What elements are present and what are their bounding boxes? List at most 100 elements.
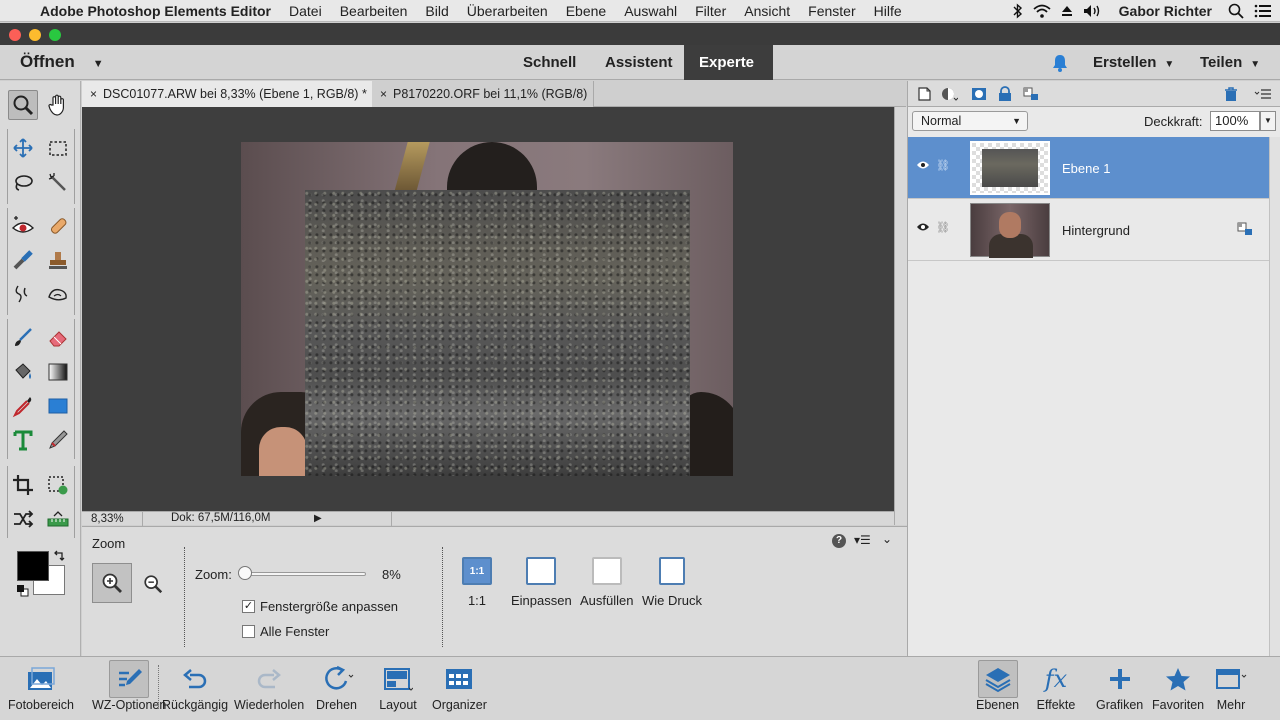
adjustment-layer-icon[interactable] <box>940 86 958 102</box>
hand-tool-icon[interactable] <box>43 90 73 120</box>
fit-window-checkbox[interactable]: ✓ <box>242 600 255 613</box>
help-icon[interactable]: ? <box>832 534 846 548</box>
blur-tool-icon[interactable] <box>8 279 38 309</box>
lock-icon[interactable] <box>996 86 1014 102</box>
create-button[interactable]: Erstellen ▼ <box>1093 54 1174 71</box>
eyedropper-tool-icon[interactable] <box>8 391 38 421</box>
foreground-color-swatch[interactable] <box>17 551 49 581</box>
straighten-tool-icon[interactable] <box>43 504 73 534</box>
zoom-readout[interactable]: 8,33% <box>91 513 124 526</box>
document-canvas[interactable] <box>82 107 894 511</box>
fill-screen-button[interactable]: Ausfüllen <box>580 557 633 608</box>
zoom-slider-thumb[interactable] <box>238 566 252 580</box>
layer-name[interactable]: Ebene 1 <box>1062 161 1110 176</box>
menu-hilfe[interactable]: Hilfe <box>874 3 902 19</box>
canvas-scrollbar[interactable] <box>894 107 907 525</box>
more-button[interactable]: Mehr <box>1211 660 1251 718</box>
opacity-input[interactable]: 100% <box>1210 111 1260 131</box>
actual-pixels-button[interactable]: 1:1 1:1 <box>462 557 492 608</box>
window-zoom-button[interactable] <box>49 29 61 41</box>
crop-tool-icon[interactable] <box>8 470 38 500</box>
opacity-dropdown-icon[interactable]: ▼ <box>1260 111 1276 131</box>
visibility-eye-icon[interactable] <box>916 222 930 232</box>
menu-fenster[interactable]: Fenster <box>808 3 855 19</box>
menu-bild[interactable]: Bild <box>425 3 448 19</box>
move-tool-icon[interactable] <box>8 133 38 163</box>
panel-menu-icon[interactable] <box>1254 86 1272 102</box>
marquee-tool-icon[interactable] <box>43 133 73 163</box>
document-tab-active[interactable]: × DSC01077.ARW bei 8,33% (Ebene 1, RGB/8)… <box>82 81 374 107</box>
spotlight-icon[interactable] <box>1228 3 1244 19</box>
redo-button[interactable]: Wiederholen <box>234 660 304 718</box>
menu-datei[interactable]: Datei <box>289 3 322 19</box>
wifi-icon[interactable] <box>1033 4 1051 18</box>
all-windows-option[interactable]: Alle Fenster <box>242 624 329 639</box>
paint-bucket-tool-icon[interactable] <box>8 357 38 387</box>
zoom-out-button[interactable] <box>140 571 166 597</box>
shape-tool-icon[interactable] <box>43 391 73 421</box>
lasso-tool-icon[interactable] <box>8 168 38 198</box>
status-menu-arrow-icon[interactable]: ▶ <box>314 512 322 525</box>
zoom-slider-track[interactable] <box>242 572 366 576</box>
clone-stamp-tool-icon[interactable] <box>43 245 73 275</box>
swap-colors-icon[interactable] <box>52 550 66 564</box>
spot-healing-brush-icon[interactable] <box>43 211 73 241</box>
menu-auswahl[interactable]: Auswahl <box>624 3 677 19</box>
menu-ansicht[interactable]: Ansicht <box>744 3 790 19</box>
all-windows-checkbox[interactable] <box>242 625 255 638</box>
menu-ueberarbeiten[interactable]: Überarbeiten <box>467 3 548 19</box>
layer-name[interactable]: Hintergrund <box>1062 223 1130 238</box>
mode-tab-expert[interactable]: Experte <box>684 45 773 80</box>
app-name-menu[interactable]: Adobe Photoshop Elements Editor <box>40 3 271 19</box>
zoom-in-button[interactable] <box>92 563 132 603</box>
document-tab[interactable]: × P8170220.ORF bei 11,1% (RGB/8) <box>372 81 595 107</box>
trash-icon[interactable] <box>1222 86 1240 102</box>
undo-button[interactable]: Rückgängig <box>162 660 228 718</box>
red-eye-tool-icon[interactable] <box>8 211 38 241</box>
options-menu-icon[interactable]: ▾☰ <box>854 533 871 547</box>
print-size-button[interactable]: Wie Druck <box>642 557 702 608</box>
link-icon[interactable]: ⛓ <box>936 159 950 172</box>
notification-list-icon[interactable] <box>1254 4 1272 18</box>
text-tool-icon[interactable] <box>8 425 38 455</box>
mode-tab-quick[interactable]: Schnell <box>508 45 591 80</box>
layers-panel-button[interactable]: Ebenen <box>976 660 1019 718</box>
open-button[interactable]: Öffnen ▼ <box>20 52 104 72</box>
graphics-button[interactable]: Grafiken <box>1096 660 1143 718</box>
link-icon[interactable]: ⛓ <box>936 221 950 234</box>
tool-options-button[interactable]: WZ-Optionen <box>92 660 166 718</box>
layer-row-ebene-1[interactable]: ⛓ Ebene 1 <box>908 137 1269 199</box>
layers-scrollbar[interactable] <box>1269 137 1280 656</box>
layer-thumbnail[interactable] <box>970 203 1050 258</box>
share-button[interactable]: Teilen ▼ <box>1200 54 1260 71</box>
background-lock-icon[interactable] <box>1236 221 1254 237</box>
window-close-button[interactable] <box>9 29 21 41</box>
lock-transparent-icon[interactable] <box>1022 86 1040 102</box>
photo-background-layer[interactable] <box>241 142 733 476</box>
recompose-tool-icon[interactable] <box>43 470 73 500</box>
fit-window-option[interactable]: ✓ Fenstergröße anpassen <box>242 599 398 614</box>
menu-ebene[interactable]: Ebene <box>566 3 606 19</box>
rotate-button[interactable]: Drehen <box>316 660 357 718</box>
zoom-tool-icon[interactable] <box>8 90 38 120</box>
new-layer-icon[interactable] <box>916 86 934 102</box>
user-menu[interactable]: Gabor Richter <box>1119 3 1212 19</box>
blend-mode-select[interactable]: Normal ▼ <box>912 111 1028 131</box>
mode-tab-assistant[interactable]: Assistent <box>590 45 688 80</box>
close-icon[interactable]: × <box>90 87 97 101</box>
window-minimize-button[interactable] <box>29 29 41 41</box>
effects-button[interactable]: fx Effekte <box>1036 660 1076 718</box>
fit-screen-button[interactable]: Einpassen <box>511 557 572 608</box>
eject-icon[interactable] <box>1061 5 1073 17</box>
close-icon[interactable]: × <box>380 87 387 101</box>
default-colors-icon[interactable] <box>16 584 29 597</box>
organizer-button[interactable]: Organizer <box>432 660 487 718</box>
visibility-eye-icon[interactable] <box>916 160 930 170</box>
quick-selection-tool-icon[interactable] <box>43 168 73 198</box>
favorites-button[interactable]: Favoriten <box>1152 660 1204 718</box>
menu-filter[interactable]: Filter <box>695 3 726 19</box>
pencil-tool-icon[interactable] <box>43 425 73 455</box>
bluetooth-icon[interactable] <box>1013 3 1023 19</box>
layout-button[interactable]: Layout <box>378 660 418 718</box>
volume-icon[interactable] <box>1083 4 1103 18</box>
